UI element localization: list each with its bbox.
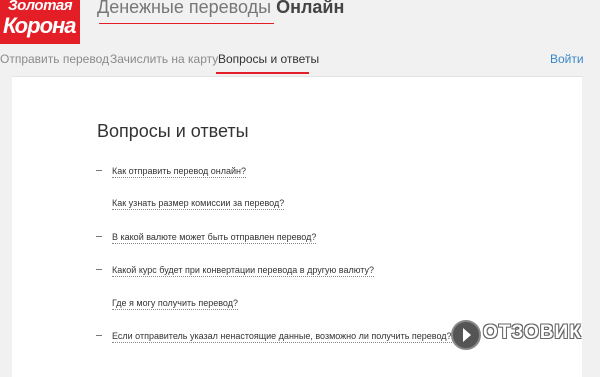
faq-question[interactable]: В какой валюте может быть отправлен пере…: [112, 231, 317, 244]
page-title-bold: Онлайн: [276, 0, 345, 17]
page-title-regular: Денежные переводы: [97, 0, 272, 17]
tab-send-transfer[interactable]: Отправить перевод: [0, 52, 109, 66]
login-link[interactable]: Войти: [550, 52, 584, 66]
watermark-text: ОТЗОВИК: [483, 322, 582, 343]
title-underline: [99, 23, 274, 24]
faq-question[interactable]: Если отправитель указал ненастоящие данн…: [112, 330, 452, 343]
page-title: Денежные переводы Онлайн: [97, 0, 344, 18]
faq-question[interactable]: Какой курс будет при конвертации перевод…: [112, 264, 374, 277]
dash-icon: [96, 335, 102, 336]
logo-line-1: Золотая: [8, 0, 73, 14]
play-icon: [451, 320, 481, 350]
zolotaya-korona-logo[interactable]: Золотая Корона: [0, 0, 80, 44]
faq-question[interactable]: Как отправить перевод онлайн?: [112, 165, 246, 178]
active-tab-indicator: [216, 72, 309, 74]
dash-icon: [96, 236, 102, 237]
faq-question[interactable]: Как узнать размер комиссии за перевод?: [112, 197, 285, 210]
dash-icon: [96, 269, 102, 270]
faq-heading: Вопросы и ответы: [97, 121, 249, 141]
site-header: Золотая Корона Денежные переводы Онлайн …: [0, 0, 600, 76]
tab-faq[interactable]: Вопросы и ответы: [218, 52, 319, 66]
logo-line-2: Корона: [3, 13, 77, 38]
otzovik-watermark: ОТЗОВИК: [447, 318, 597, 354]
faq-question[interactable]: Где я могу получить перевод?: [112, 297, 238, 310]
dash-icon: [96, 170, 102, 171]
tab-credit-to-card[interactable]: Зачислить на карту: [110, 52, 218, 66]
